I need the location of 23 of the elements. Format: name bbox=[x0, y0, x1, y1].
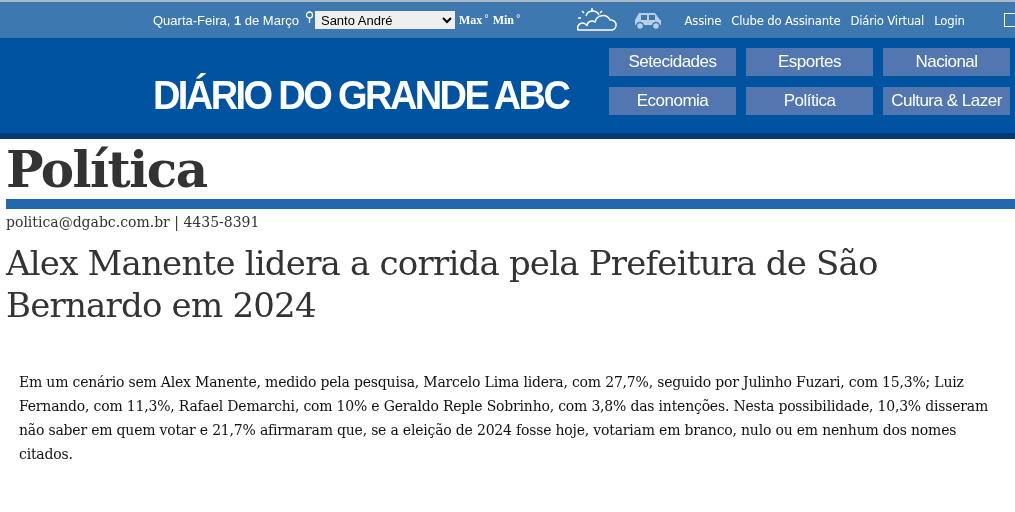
max-label: Max bbox=[458, 12, 483, 28]
article-body: Em um cenário sem Alex Manente, medido pela pesquisa, Marcelo Lima lidera, com 27,7%, seguido por Julinho Fuzari, com 15,3%; Luiz Fernando, com 11,3%, Rafael Demarchi, com 10% e Geraldo Reple Sobrinho, com 3,8% das intenções. Nesta possibilidade, 10,3% disseram não saber em quem votar e 21,7% afirmaram que, se a eleição de 2024 fosse hoje, votariam em branco, nulo ou em nenhum dos nomes citados. bbox=[19, 373, 989, 464]
logo[interactable]: DIÁRIO DO GRANDE ABC bbox=[153, 72, 569, 119]
article-headline: Alex Manente lidera a corrida pela Prefeitura de São Bernardo em 2024 bbox=[6, 242, 879, 326]
checkbox[interactable] bbox=[1004, 13, 1015, 27]
nav-button[interactable]: Economia bbox=[609, 87, 736, 115]
top-link[interactable]: Login bbox=[934, 12, 965, 28]
city-select[interactable]: Santo André bbox=[314, 11, 455, 29]
contact-text: politica@dgabc.com.br | 4435-8391 bbox=[6, 214, 261, 230]
nav-button[interactable]: Política bbox=[746, 87, 873, 115]
nav-button[interactable]: Esportes bbox=[746, 48, 873, 76]
top-link[interactable]: Clube do Assinante bbox=[731, 12, 841, 28]
degree-sign: ° bbox=[484, 12, 489, 24]
top-link[interactable]: Diário Virtual bbox=[850, 12, 925, 28]
nav-button[interactable]: Cultura & Lazer bbox=[883, 87, 1010, 115]
section-title: Política bbox=[6, 141, 208, 199]
nav-button[interactable]: Nacional bbox=[883, 48, 1010, 76]
date-text: Quarta-Feira, 1 de Março bbox=[153, 12, 299, 28]
min-label: Min bbox=[492, 12, 515, 28]
nav-button[interactable]: Setecidades bbox=[609, 48, 736, 76]
pin-icon bbox=[304, 11, 314, 23]
top-link[interactable]: Assine bbox=[684, 12, 722, 28]
degree-sign: ° bbox=[516, 12, 521, 24]
